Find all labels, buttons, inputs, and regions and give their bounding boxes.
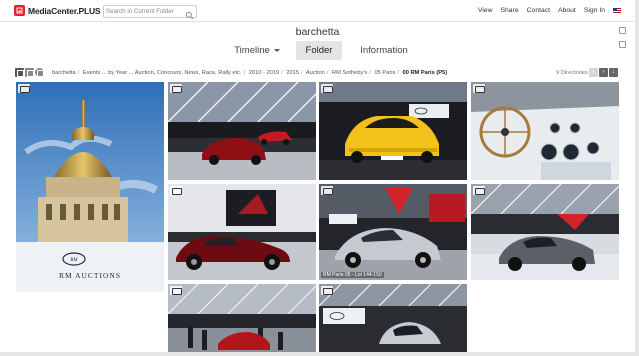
yellow-ferrari-photo <box>319 82 467 180</box>
logo-text: MediaCenter.PLUS <box>28 5 101 16</box>
folder-icon <box>170 286 182 295</box>
settings-icon[interactable] <box>619 41 626 48</box>
breadcrumb-current: 00 RM Paris (P5) <box>402 70 448 76</box>
nav-about[interactable]: About <box>558 7 576 14</box>
tile-silver-aston[interactable] <box>319 284 467 352</box>
top-navbar: MediaCenter.PLUS View Share Contact Abou… <box>0 0 635 22</box>
breadcrumb-item[interactable]: RM Sotheby's <box>332 70 367 76</box>
top-nav-links: View Share Contact About Sign In <box>478 7 621 14</box>
view-mode-buttons <box>15 68 44 77</box>
tile-interior-dashboard[interactable] <box>471 82 619 180</box>
search-box <box>103 5 197 20</box>
breadcrumb-item[interactable]: 2010 - 2019 <box>249 70 279 76</box>
chevron-down-icon <box>273 48 280 52</box>
download-icon[interactable]: ↓ <box>609 68 618 77</box>
tile-hall-crowd[interactable] <box>168 284 316 352</box>
tile-rm-auctions-dome[interactable]: RM RM AUCTIONS <box>16 82 164 292</box>
search-input[interactable] <box>106 6 184 17</box>
nav-contact[interactable]: Contact <box>527 7 550 14</box>
list-view-icon[interactable] <box>25 68 34 77</box>
folder-icon <box>321 84 333 93</box>
tile-red-ferrari-hall[interactable] <box>168 82 316 180</box>
crowd-photo <box>168 284 316 352</box>
tile-grey-ferrari-hall[interactable] <box>471 184 619 280</box>
svg-text:RM: RM <box>69 258 78 263</box>
view-tabs: Timeline Folder Information <box>0 41 635 60</box>
pager: ‹ › ↓ <box>589 68 618 77</box>
logo-icon <box>14 5 25 16</box>
tile-dark-red-alfa[interactable] <box>168 184 316 280</box>
prev-page-icon[interactable]: ‹ <box>589 68 598 77</box>
breadcrumb-item[interactable]: Events ... by Year ... Auction, Concours… <box>83 70 242 76</box>
folder-icon <box>321 186 333 195</box>
folder-icon <box>473 186 485 195</box>
porsche-photo <box>319 184 467 280</box>
alfa-photo <box>168 184 316 280</box>
interior-photo <box>471 82 619 180</box>
red-ferrari-photo <box>168 82 316 180</box>
expand-icon[interactable] <box>619 27 626 34</box>
nav-sign-in[interactable]: Sign In <box>584 7 605 14</box>
us-flag-icon[interactable] <box>613 8 621 13</box>
tile-overlay-text: RM AUCTIONS <box>58 271 122 280</box>
grey-ferrari-photo <box>471 184 619 280</box>
breadcrumb: barchetta / Events ... by Year ... Auctio… <box>52 70 448 76</box>
folder-icon <box>321 286 333 295</box>
folder-icon <box>170 186 182 195</box>
nav-share[interactable]: Share <box>500 7 518 14</box>
folder-icon <box>18 84 30 93</box>
logo[interactable]: MediaCenter.PLUS <box>14 5 101 16</box>
slideshow-icon[interactable] <box>35 68 44 77</box>
album-title: barchetta <box>295 26 340 38</box>
tab-timeline[interactable]: Timeline <box>227 41 287 60</box>
directory-count: 9 Directories <box>556 70 588 76</box>
tab-information[interactable]: Information <box>352 41 416 60</box>
search-icon[interactable] <box>185 7 194 20</box>
dome-photo: RM <box>16 82 164 292</box>
tile-silver-porsche[interactable]: RM Paris 05 - Lot 144-150 <box>319 184 467 280</box>
breadcrumb-item[interactable]: 2015 <box>286 70 299 76</box>
breadcrumb-item[interactable]: barchetta <box>52 70 76 76</box>
breadcrumb-bar: barchetta / Events ... by Year ... Auctio… <box>0 66 635 80</box>
grid-view-icon[interactable] <box>15 68 24 77</box>
breadcrumb-item[interactable]: Auction <box>306 70 325 76</box>
tab-folder[interactable]: Folder <box>296 41 342 60</box>
tile-yellow-ferrari[interactable] <box>319 82 467 180</box>
folder-icon <box>473 84 485 93</box>
folder-icon <box>170 84 182 93</box>
aston-photo <box>319 284 467 352</box>
nav-view[interactable]: View <box>478 7 493 14</box>
next-page-icon[interactable]: › <box>599 68 608 77</box>
tile-caption: RM Paris 05 - Lot 144-150 <box>321 272 384 278</box>
app-window: MediaCenter.PLUS View Share Contact Abou… <box>0 0 639 356</box>
breadcrumb-item[interactable]: 05 Paris <box>374 70 395 76</box>
